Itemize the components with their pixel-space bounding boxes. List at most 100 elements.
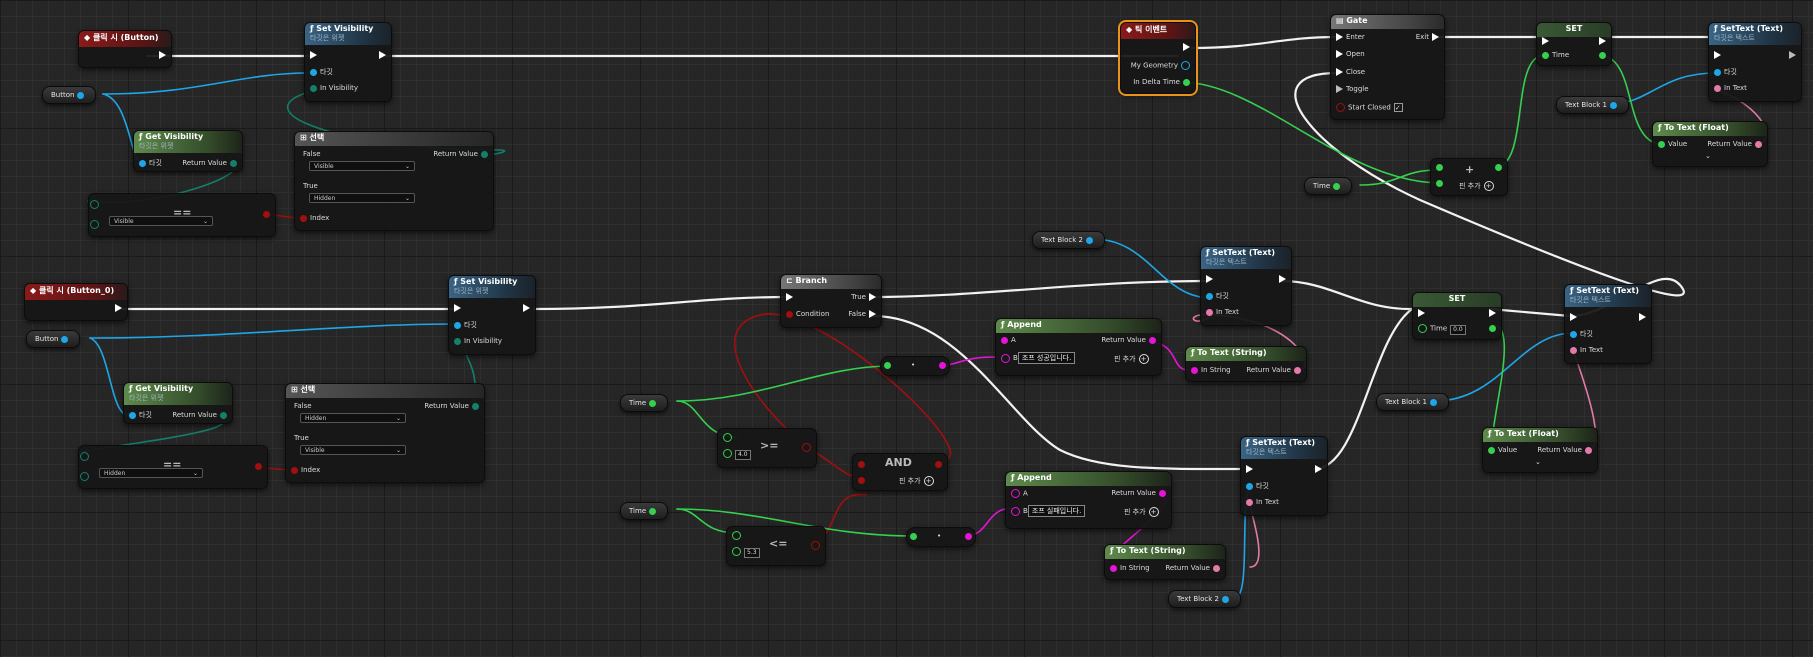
- settext-node-bottom[interactable]: ƒ SetText (Text) 타깃은 텍스트 타깃 In Text: [1240, 436, 1328, 516]
- string-out-pin[interactable]: [962, 532, 975, 541]
- exec-in-pin[interactable]: [1415, 309, 1428, 318]
- false-option-dropdown[interactable]: Visible ⌄: [309, 161, 415, 171]
- in-visibility-pin[interactable]: In Visibility: [451, 337, 502, 346]
- return-value-pin[interactable]: Return Value: [1111, 489, 1169, 498]
- float-b-pin[interactable]: 4.0: [720, 449, 751, 460]
- append-node-success[interactable]: ƒ Append A Return Value B 조프 성공입니다. 핀 추가 +: [995, 318, 1162, 376]
- value-pin[interactable]: Value: [1485, 446, 1517, 455]
- in-string-pin[interactable]: In String: [1188, 366, 1231, 375]
- index-pin[interactable]: Index: [297, 214, 329, 223]
- add-pin-button[interactable]: 핀 추가 +: [899, 476, 934, 486]
- add-pin-button[interactable]: 핀 추가 +: [1124, 507, 1159, 517]
- return-value-pin[interactable]: Return Value: [172, 411, 230, 420]
- exec-out-pin[interactable]: [1636, 313, 1649, 322]
- float-to-string-conversion-bottom[interactable]: •: [906, 527, 976, 547]
- settext-node-top[interactable]: ƒ SetText (Text) 타깃은 텍스트 타깃 In Text: [1708, 22, 1802, 102]
- condition-pin[interactable]: Condition: [783, 310, 829, 319]
- exec-out-pin[interactable]: [1276, 275, 1289, 284]
- time-variable-top[interactable]: Time: [1304, 177, 1353, 195]
- set-visibility-node-bottom[interactable]: ƒ Set Visibility 타깃은 위젯 타깃 In Visibility: [448, 275, 536, 355]
- time-in-pin[interactable]: Time: [1539, 51, 1569, 60]
- false-option-dropdown[interactable]: Hidden ⌄: [300, 413, 406, 423]
- return-value-pin[interactable]: Return Value: [433, 150, 491, 159]
- open-pin[interactable]: Open: [1333, 50, 1365, 59]
- b-value-input[interactable]: 4.0: [735, 449, 751, 460]
- bool-out-pin[interactable]: [252, 462, 265, 471]
- settext-node-middle[interactable]: ƒ SetText (Text) 타깃은 텍스트 타깃 In Text: [1200, 246, 1292, 326]
- enum-select-dropdown[interactable]: Visible ⌄: [109, 216, 213, 226]
- exit-pin[interactable]: Exit: [1416, 33, 1442, 42]
- float-b-pin[interactable]: [1433, 179, 1446, 188]
- time-variable-middle[interactable]: Time: [620, 394, 669, 412]
- button-variable-top[interactable]: Button: [42, 86, 97, 104]
- and-boolean-node[interactable]: AND 핀 추가 +: [852, 453, 948, 491]
- my-geometry-pin[interactable]: My Geometry: [1131, 61, 1193, 71]
- exec-in-pin[interactable]: [451, 304, 464, 313]
- to-text-float-node-bottom[interactable]: ƒ To Text (Float) Value Return Value ⌄: [1482, 427, 1598, 473]
- time-in-pin[interactable]: Time 0.0: [1415, 324, 1466, 335]
- float-a-pin[interactable]: [1433, 163, 1446, 172]
- string-out-pin[interactable]: [936, 361, 949, 370]
- set-time-node-top[interactable]: SET Time: [1536, 22, 1612, 66]
- get-visibility-node-bottom[interactable]: ƒ Get Visibility 타깃은 위젯 타깃 Return Value: [123, 382, 233, 424]
- b-text-input[interactable]: 조프 성공입니다.: [1017, 352, 1076, 364]
- append-node-fail[interactable]: ƒ Append A Return Value B 조프 실패입니다. 핀 추가 +: [1005, 471, 1172, 529]
- float-to-string-conversion-top[interactable]: •: [880, 356, 950, 376]
- float-out-pin[interactable]: [1492, 163, 1505, 172]
- exec-in-pin[interactable]: [1567, 313, 1580, 322]
- index-pin[interactable]: Index: [288, 466, 320, 475]
- exec-out-pin[interactable]: [376, 51, 389, 60]
- enum-a-pin[interactable]: [77, 452, 92, 462]
- float-b-pin[interactable]: 5.3: [729, 547, 760, 558]
- text-block-1-variable-bottom[interactable]: Text Block 1: [1376, 393, 1449, 411]
- return-value-pin[interactable]: Return Value: [1707, 140, 1765, 149]
- b-text-input[interactable]: 조프 실패입니다.: [1027, 505, 1086, 517]
- exec-in-pin[interactable]: [783, 293, 796, 302]
- exec-out-pin[interactable]: [112, 304, 125, 313]
- checkbox-icon[interactable]: ✓: [1393, 103, 1403, 112]
- in-text-pin[interactable]: In Text: [1711, 84, 1747, 93]
- in-visibility-pin[interactable]: In Visibility: [307, 84, 358, 93]
- start-closed-pin[interactable]: Start Closed ✓: [1333, 103, 1403, 113]
- less-equal-node[interactable]: 5.3 <=: [726, 526, 826, 566]
- enum-select-dropdown[interactable]: Hidden ⌄: [99, 468, 203, 478]
- return-value-pin[interactable]: Return Value: [1537, 446, 1595, 455]
- in-text-pin[interactable]: In Text: [1203, 308, 1239, 317]
- delta-time-pin[interactable]: In Delta Time: [1133, 78, 1193, 87]
- button-variable-bottom[interactable]: Button: [26, 330, 81, 348]
- target-pin[interactable]: 타깃: [307, 68, 333, 77]
- target-pin[interactable]: 타깃: [126, 411, 152, 420]
- exec-out-pin[interactable]: [1486, 309, 1499, 318]
- exec-in-pin[interactable]: [1711, 51, 1724, 60]
- b-value-input[interactable]: 5.3: [744, 547, 760, 558]
- time-out-pin[interactable]: [1486, 324, 1499, 333]
- value-pin[interactable]: Value: [1655, 140, 1687, 149]
- add-pin-button[interactable]: 핀 추가 +: [1459, 181, 1494, 191]
- branch-node[interactable]: ⊏ Branch True Condition False: [780, 274, 882, 328]
- expand-chevron-icon[interactable]: ⌄: [1535, 458, 1541, 467]
- bool-out-pin[interactable]: [260, 210, 273, 219]
- exec-out-pin[interactable]: [1596, 37, 1609, 46]
- b-pin[interactable]: B 조프 성공입니다.: [998, 352, 1076, 364]
- to-text-float-node-top[interactable]: ƒ To Text (Float) Value Return Value ⌄: [1652, 121, 1768, 167]
- settext-node-right[interactable]: ƒ SetText (Text) 타깃은 텍스트 타깃 In Text: [1564, 284, 1652, 364]
- close-pin[interactable]: Close: [1333, 68, 1365, 77]
- exec-in-pin[interactable]: [307, 51, 320, 60]
- to-text-string-node-top[interactable]: ƒ To Text (String) In String Return Valu…: [1185, 346, 1307, 382]
- exec-out-pin[interactable]: [520, 304, 533, 313]
- to-text-string-node-bottom[interactable]: ƒ To Text (String) In String Return Valu…: [1104, 544, 1226, 580]
- add-pin-button[interactable]: 핀 추가 +: [1114, 354, 1149, 364]
- enum-b-pin[interactable]: [87, 220, 102, 230]
- a-pin[interactable]: A: [1008, 489, 1028, 499]
- true-option-dropdown[interactable]: Visible ⌄: [300, 445, 406, 455]
- set-time-node-middle[interactable]: SET Time 0.0: [1412, 292, 1502, 340]
- b-pin[interactable]: B 조프 실패입니다.: [1008, 505, 1086, 517]
- return-value-pin[interactable]: Return Value: [1101, 336, 1159, 345]
- text-block-2-variable-bottom[interactable]: Text Block 2: [1168, 590, 1241, 608]
- enum-b-pin[interactable]: [77, 472, 92, 482]
- exec-out-pin[interactable]: [1786, 51, 1799, 60]
- a-pin[interactable]: A: [998, 336, 1016, 345]
- add-float-node[interactable]: + 핀 추가 +: [1430, 158, 1508, 196]
- event-node-tick[interactable]: ◆ 틱 이벤트 My Geometry In Delta Time: [1118, 20, 1198, 96]
- false-pin[interactable]: False: [848, 310, 879, 319]
